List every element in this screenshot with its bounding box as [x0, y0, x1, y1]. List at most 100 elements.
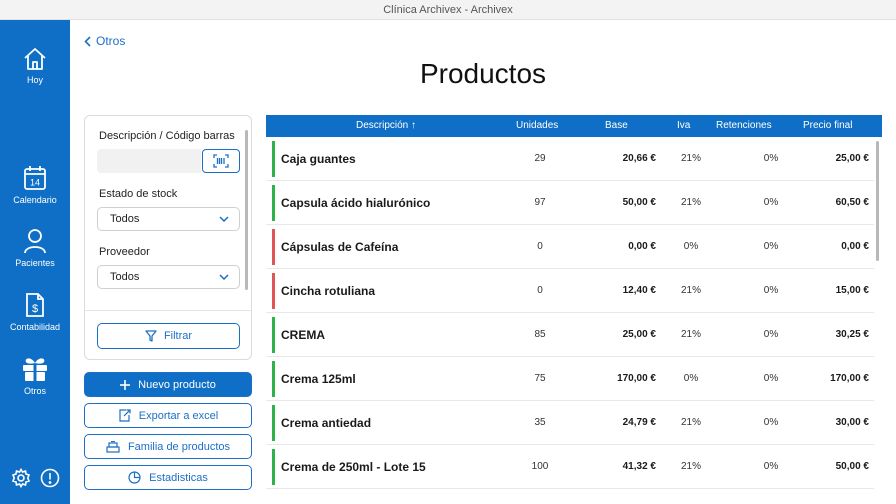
- table-row[interactable]: Caja guantes 29 20,66 € 21% 0% 25,00 €: [266, 137, 874, 181]
- sidebar-item-label: Pacientes: [15, 258, 55, 268]
- gift-icon: [23, 358, 47, 381]
- table-row[interactable]: CREMA 85 25,00 € 21% 0% 30,25 €: [266, 313, 874, 357]
- alert-icon[interactable]: [40, 468, 60, 488]
- cell-units: 29: [534, 153, 546, 164]
- stock-label: Estado de stock: [99, 188, 178, 200]
- cell-units: 100: [531, 461, 549, 472]
- cell-base: 20,66 €: [622, 153, 656, 164]
- supplier-select-value: Todos: [110, 271, 140, 283]
- cell-units: 0: [537, 285, 543, 296]
- sidebar-item-otros[interactable]: Otros: [0, 356, 70, 396]
- stock-select[interactable]: Todos: [97, 207, 240, 231]
- cell-description: Cápsulas de Cafeína: [281, 240, 399, 254]
- statistics-label: Estadisticas: [149, 471, 208, 484]
- new-product-button[interactable]: Nuevo producto: [84, 372, 252, 397]
- cell-units: 35: [534, 417, 546, 428]
- sidebar-item-contabilidad[interactable]: $ Contabilidad: [0, 292, 70, 332]
- table-header: Descripción ↑ Unidades Base Iva Retencio…: [266, 115, 882, 137]
- cell-base: 170,00 €: [617, 373, 656, 384]
- table-scrollbar[interactable]: [876, 141, 879, 261]
- export-excel-button[interactable]: Exportar a excel: [84, 403, 252, 428]
- cell-base: 12,40 €: [622, 285, 656, 296]
- sidebar-item-pacientes[interactable]: Pacientes: [0, 228, 70, 268]
- cell-description: Capsula ácido hialurónico: [281, 196, 431, 210]
- cell-description: CREMA: [281, 328, 325, 342]
- cell-description: Cincha rotuliana: [281, 284, 376, 298]
- cell-description: Crema de 250ml - Lote 15: [281, 460, 426, 474]
- invoice-icon: $: [26, 293, 44, 317]
- supplier-label: Proveedor: [99, 246, 150, 258]
- calendar-icon: 14: [24, 166, 46, 190]
- pie-chart-icon: [128, 471, 141, 484]
- table-row[interactable]: Crema de 250ml - Lote 15 100 41,32 € 21%…: [266, 445, 874, 489]
- stock-status-indicator: [272, 141, 275, 177]
- funnel-icon: [145, 330, 157, 342]
- product-family-label: Familia de productos: [127, 440, 231, 453]
- column-header-units[interactable]: Unidades: [516, 115, 558, 137]
- column-header-description[interactable]: Descripción ↑: [356, 115, 416, 137]
- chevron-down-icon: [219, 216, 229, 222]
- cell-iva: 21%: [680, 461, 701, 472]
- column-header-final-price[interactable]: Precio final: [803, 115, 852, 137]
- table-row[interactable]: Capsula ácido hialurónico 97 50,00 € 21%…: [266, 181, 874, 225]
- cell-units: 75: [534, 373, 546, 384]
- cell-final-price: 0,00 €: [841, 241, 869, 252]
- column-header-retentions[interactable]: Retenciones: [716, 115, 772, 137]
- svg-text:$: $: [32, 303, 38, 315]
- sidebar-item-label: Contabilidad: [9, 322, 61, 332]
- cell-units: 0: [537, 241, 543, 252]
- cell-iva: 21%: [680, 285, 701, 296]
- stock-status-indicator: [272, 229, 275, 265]
- sidebar-item-hoy[interactable]: Hoy: [0, 47, 70, 85]
- products-table: Caja guantes 29 20,66 € 21% 0% 25,00 € C…: [266, 137, 882, 504]
- filter-button[interactable]: Filtrar: [97, 323, 240, 349]
- cell-final-price: 60,50 €: [835, 197, 869, 208]
- column-header-base[interactable]: Base: [605, 115, 628, 137]
- cell-iva: 0%: [683, 373, 699, 384]
- table-row[interactable]: Crema antiedad 35 24,79 € 21% 0% 30,00 €: [266, 401, 874, 445]
- user-icon: [24, 229, 46, 254]
- window-title: Clínica Archivex - Archivex: [0, 0, 896, 20]
- back-link-label: Otros: [96, 34, 126, 48]
- stock-status-indicator: [272, 449, 275, 485]
- table-row[interactable]: Crema 125ml 75 170,00 € 0% 0% 170,00 €: [266, 357, 874, 401]
- cell-base: 50,00 €: [622, 197, 656, 208]
- sidebar-item-label: Hoy: [26, 75, 43, 85]
- back-link[interactable]: Otros: [84, 34, 125, 48]
- product-family-button[interactable]: Familia de productos: [84, 434, 252, 459]
- new-product-label: Nuevo producto: [138, 378, 216, 391]
- barcode-scan-icon: [213, 154, 229, 168]
- stock-status-indicator: [272, 317, 275, 353]
- plus-icon: [120, 379, 131, 390]
- sidebar-item-label: Calendario: [13, 195, 57, 205]
- cell-description: Crema 125ml: [281, 372, 356, 386]
- cell-iva: 21%: [680, 153, 701, 164]
- column-header-iva[interactable]: Iva: [677, 115, 690, 137]
- cell-final-price: 30,25 €: [835, 329, 869, 340]
- table-row[interactable]: Cincha rotuliana 0 12,40 € 21% 0% 15,00 …: [266, 269, 874, 313]
- sidebar: Hoy 14 Calendario Pacientes $ Contabilid…: [0, 20, 70, 504]
- cell-final-price: 50,00 €: [835, 461, 869, 472]
- export-icon: [119, 409, 131, 422]
- gear-icon[interactable]: [11, 468, 31, 488]
- supplier-select[interactable]: Todos: [97, 265, 240, 289]
- chevron-down-icon: [219, 274, 229, 280]
- sidebar-item-calendario[interactable]: 14 Calendario: [0, 165, 70, 205]
- cell-units: 85: [534, 329, 546, 340]
- cell-iva: 21%: [680, 197, 701, 208]
- cell-base: 0,00 €: [628, 241, 656, 252]
- cell-final-price: 15,00 €: [835, 285, 869, 296]
- stock-status-indicator: [272, 405, 275, 441]
- table-row[interactable]: Cápsulas de Cafeína 0 0,00 € 0% 0% 0,00 …: [266, 225, 874, 269]
- divider: [85, 310, 251, 311]
- search-input[interactable]: [97, 149, 201, 173]
- home-icon: [24, 48, 46, 70]
- cell-base: 24,79 €: [622, 417, 656, 428]
- filter-scrollbar[interactable]: [245, 130, 248, 290]
- stock-status-indicator: [272, 361, 275, 397]
- cell-base: 25,00 €: [622, 329, 656, 340]
- cell-iva: 0%: [683, 241, 699, 252]
- cell-final-price: 30,00 €: [835, 417, 869, 428]
- statistics-button[interactable]: Estadisticas: [84, 465, 252, 490]
- barcode-scan-button[interactable]: [202, 149, 240, 173]
